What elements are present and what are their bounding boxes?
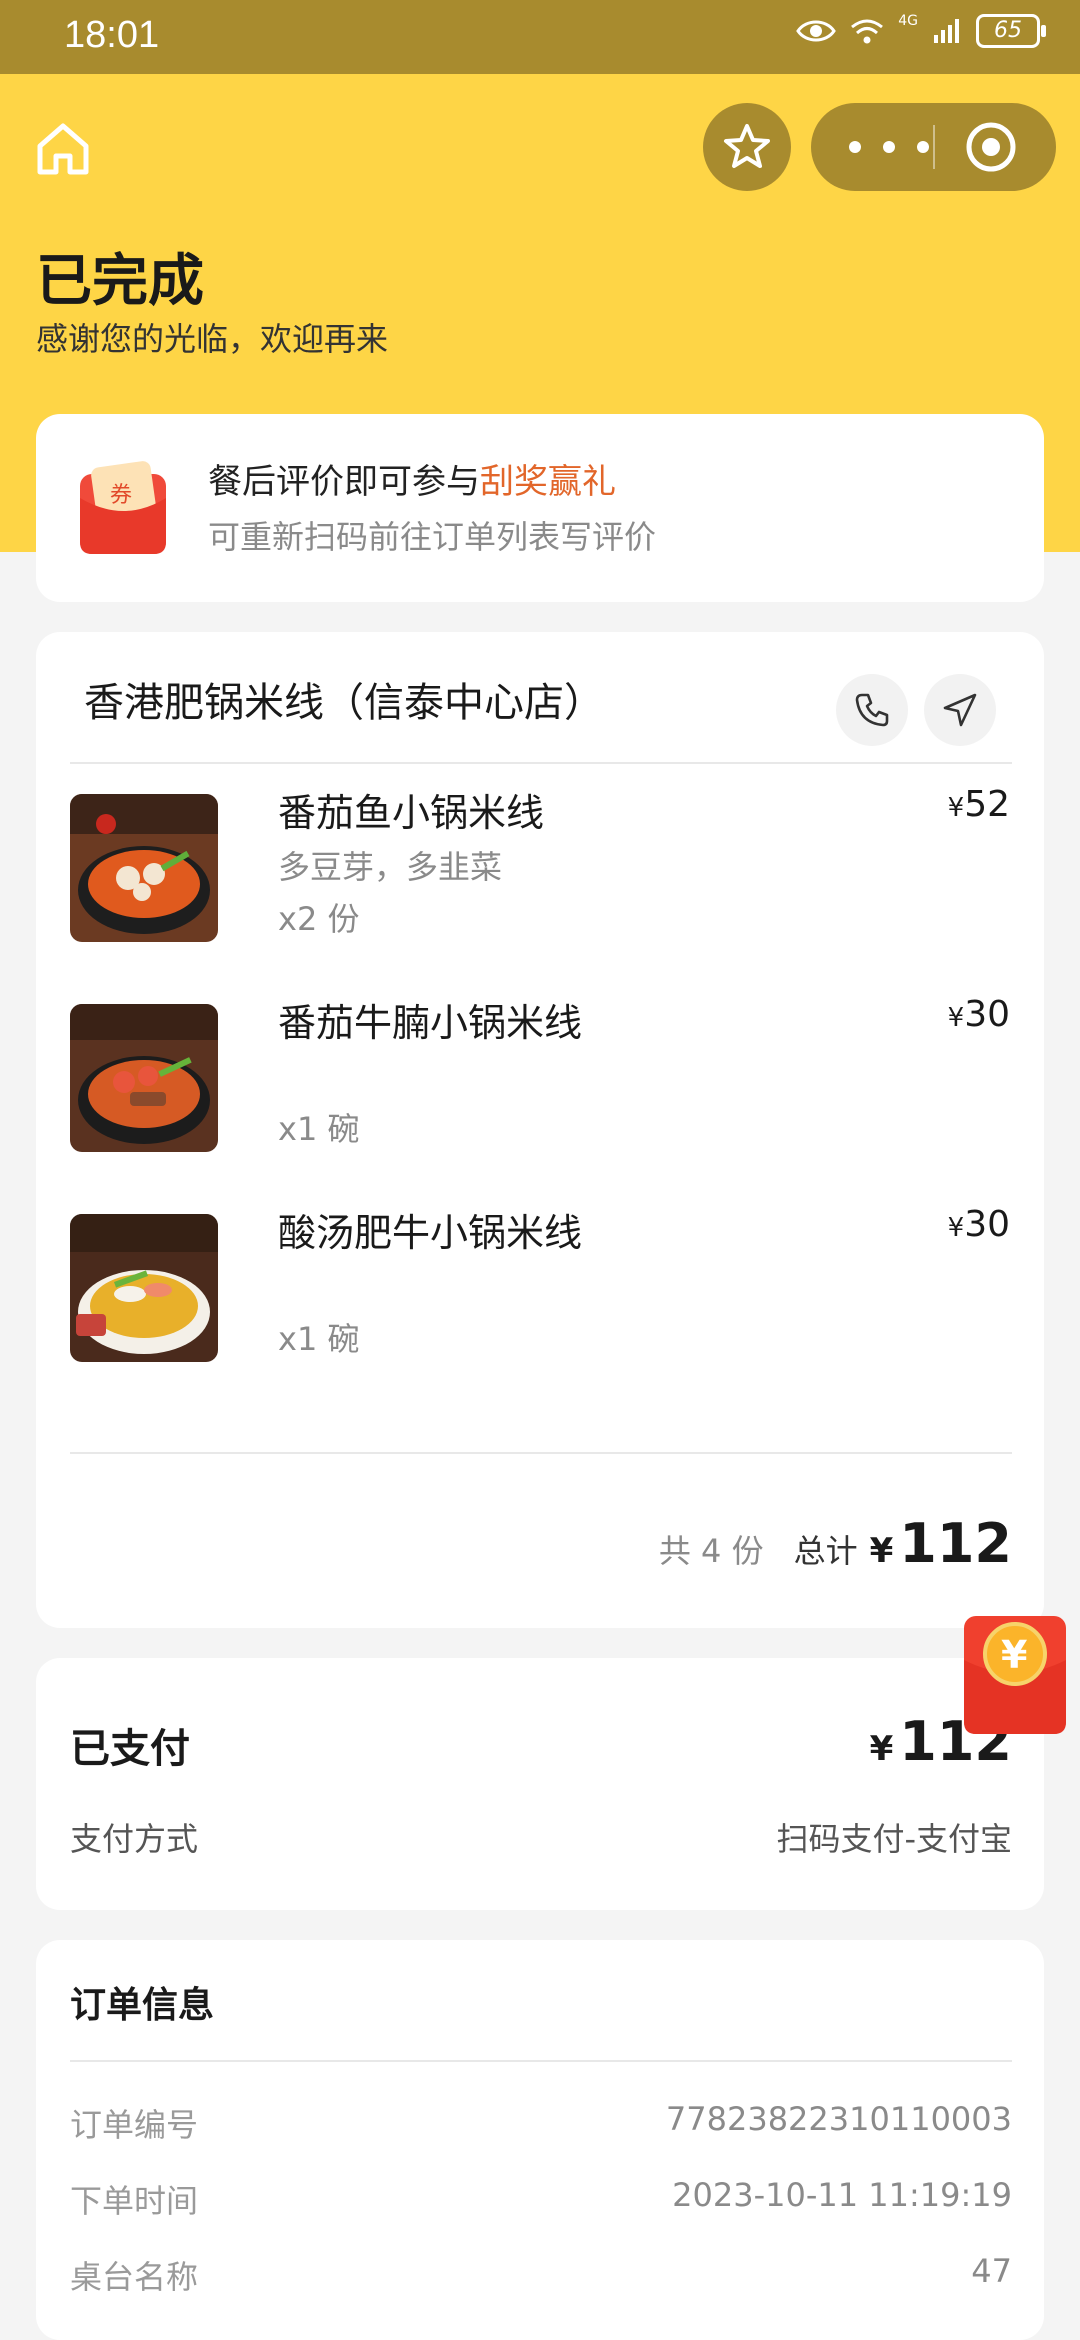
shop-divider bbox=[70, 762, 1012, 764]
navigation-icon bbox=[943, 693, 977, 727]
page-subtitle: 感谢您的光临，欢迎再来 bbox=[36, 320, 389, 358]
redpacket-symbol: ¥ bbox=[1001, 1633, 1027, 1677]
total-label: 总计 bbox=[793, 1532, 858, 1570]
item-price: ¥30 bbox=[948, 1204, 1010, 1245]
eye-icon bbox=[796, 20, 837, 42]
home-icon bbox=[37, 123, 89, 175]
order-item: 酸汤肥牛小锅米线 x1 碗 ¥30 bbox=[70, 1200, 1010, 1362]
promo-highlight[interactable]: 刮奖赢礼 bbox=[480, 462, 616, 502]
dish-image bbox=[70, 1004, 218, 1152]
info-divider bbox=[70, 2060, 1012, 2062]
currency-symbol: ¥ bbox=[947, 793, 965, 823]
item-name: 酸汤肥牛小锅米线 bbox=[278, 1211, 583, 1255]
order-info-card: 订单信息 订单编号 77823822310110003 下单时间 2023-10… bbox=[36, 1940, 1044, 2340]
order-item: 番茄牛腩小锅米线 x1 碗 ¥30 bbox=[70, 990, 1010, 1152]
info-label: 订单编号 bbox=[70, 2106, 199, 2144]
item-count: 共 4 份 bbox=[658, 1532, 764, 1570]
item-name: 番茄鱼小锅米线 bbox=[278, 791, 545, 835]
review-promo-card[interactable]: 券 餐后评价即可参与刮奖赢礼 可重新扫码前往订单列表写评价 bbox=[36, 414, 1044, 602]
promo-description: 可重新扫码前往订单列表写评价 bbox=[208, 518, 657, 556]
item-quantity: x1 碗 bbox=[278, 1320, 360, 1358]
item-name: 番茄牛腩小锅米线 bbox=[278, 1001, 583, 1045]
info-value: 47 bbox=[971, 2252, 1012, 2290]
page-title: 已完成 bbox=[36, 249, 204, 314]
info-row-table-name: 桌台名称 47 bbox=[70, 2252, 1012, 2298]
item-price: ¥30 bbox=[948, 994, 1010, 1035]
coupon-text: 券 bbox=[110, 483, 132, 508]
shop-name[interactable]: 香港肥锅米线（信泰中心店） bbox=[84, 670, 604, 728]
info-value: 2023-10-11 11:19:19 bbox=[672, 2176, 1012, 2214]
wifi-icon bbox=[851, 19, 884, 44]
item-quantity: x1 碗 bbox=[278, 1110, 360, 1148]
info-row-order-time: 下单时间 2023-10-11 11:19:19 bbox=[70, 2176, 1012, 2222]
dish-image bbox=[70, 794, 218, 942]
more-icon[interactable] bbox=[849, 127, 929, 167]
info-label: 桌台名称 bbox=[70, 2258, 199, 2296]
item-price-value: 30 bbox=[964, 994, 1010, 1035]
currency-symbol: ¥ bbox=[869, 1729, 894, 1769]
battery-level: 65 bbox=[994, 18, 1022, 43]
call-button[interactable] bbox=[836, 674, 908, 746]
home-button[interactable] bbox=[30, 116, 96, 182]
favorite-button[interactable] bbox=[703, 103, 791, 191]
battery-icon: 65 bbox=[976, 14, 1046, 48]
miniapp-capsule bbox=[811, 103, 1056, 191]
item-price-value: 30 bbox=[964, 1204, 1010, 1245]
coupon-redpacket-icon: 券 bbox=[80, 461, 166, 554]
item-quantity: x2 份 bbox=[278, 900, 360, 938]
payment-method-value: 扫码支付-支付宝 bbox=[776, 1820, 1012, 1858]
floating-redpacket-icon[interactable]: ¥ bbox=[962, 1610, 1068, 1738]
status-icons: 4G 65 bbox=[796, 13, 1046, 48]
currency-symbol: ¥ bbox=[869, 1531, 894, 1571]
promo-headline-text: 餐后评价即可参与 bbox=[208, 462, 480, 502]
network-type: 4G bbox=[898, 13, 918, 29]
currency-symbol: ¥ bbox=[947, 1213, 965, 1243]
item-price: ¥52 bbox=[948, 784, 1010, 825]
total-amount: 112 bbox=[899, 1512, 1012, 1575]
payment-method-label: 支付方式 bbox=[70, 1820, 199, 1858]
items-divider bbox=[70, 1452, 1012, 1454]
info-row-order-number: 订单编号 77823822310110003 bbox=[70, 2100, 1012, 2146]
capsule-divider bbox=[933, 125, 935, 169]
status-time: 18:01 bbox=[64, 14, 160, 56]
order-item: 番茄鱼小锅米线 多豆芽，多韭菜 x2 份 ¥52 bbox=[70, 780, 1010, 942]
target-icon[interactable] bbox=[965, 121, 1017, 173]
item-price-value: 52 bbox=[964, 784, 1010, 825]
phone-icon bbox=[855, 693, 889, 727]
currency-symbol: ¥ bbox=[947, 1003, 965, 1033]
payment-status: 已支付 bbox=[70, 1726, 190, 1772]
navigate-button[interactable] bbox=[924, 674, 996, 746]
order-card: 香港肥锅米线（信泰中心店） 番茄鱼小锅米线 多豆芽，多韭菜 x2 份 ¥52 番… bbox=[36, 632, 1044, 1628]
dish-image bbox=[70, 1214, 218, 1362]
status-bar: 18:01 4G 65 bbox=[0, 0, 1080, 74]
item-note: 多豆芽，多韭菜 bbox=[278, 848, 503, 886]
signal-icon bbox=[934, 19, 959, 43]
promo-headline: 餐后评价即可参与刮奖赢礼 bbox=[208, 454, 616, 503]
info-label: 下单时间 bbox=[70, 2182, 199, 2220]
payment-card: 已支付 ¥ 112 支付方式 扫码支付-支付宝 bbox=[36, 1658, 1044, 1910]
star-icon bbox=[724, 124, 770, 168]
info-value[interactable]: 77823822310110003 bbox=[666, 2100, 1012, 2138]
order-totals: 共 4 份 总计 ¥ 112 bbox=[659, 1512, 1012, 1575]
order-info-title: 订单信息 bbox=[70, 1985, 215, 2026]
